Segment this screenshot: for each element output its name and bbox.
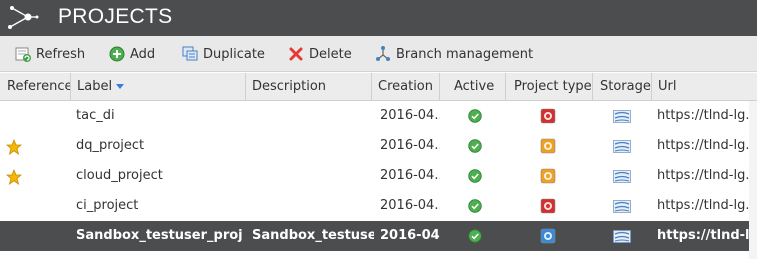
storage-icon xyxy=(613,230,631,243)
project-table-body: tac_di 2016-04... https://tlnd-lg... dq_… xyxy=(0,101,757,251)
cell-label: tac_di xyxy=(76,108,115,123)
refresh-icon xyxy=(15,47,31,62)
cell-creation: 2016-04... xyxy=(380,138,440,153)
project-type-icon xyxy=(540,198,556,214)
page-title: PROJECTS xyxy=(58,5,173,28)
vertical-scrollbar[interactable] xyxy=(749,101,757,259)
delete-button[interactable]: Delete xyxy=(287,44,352,64)
cell-creation: 2016-04... xyxy=(380,198,440,213)
duplicate-icon xyxy=(182,46,198,61)
storage-icon xyxy=(613,140,631,153)
column-header-storage[interactable]: Storage xyxy=(593,73,652,101)
cell-url: https://tlnd-lg... xyxy=(657,168,757,183)
active-check-icon xyxy=(468,229,482,243)
active-check-icon xyxy=(468,169,482,183)
delete-icon xyxy=(289,47,303,61)
table-header: Reference Label Description Creation Act… xyxy=(0,73,757,101)
cell-url: https://tlnd-lg... xyxy=(657,228,757,243)
sort-descending-icon xyxy=(116,84,125,89)
project-type-icon xyxy=(540,138,556,154)
refresh-button[interactable]: Refresh xyxy=(14,44,85,64)
cell-label: dq_project xyxy=(76,138,145,153)
add-icon xyxy=(109,46,125,62)
storage-icon xyxy=(613,170,631,183)
cell-description xyxy=(252,131,374,161)
cell-description xyxy=(252,161,374,191)
branch-icon xyxy=(376,46,390,61)
cell-description xyxy=(252,101,374,131)
cell-label: Sandbox_testuser_project xyxy=(76,228,242,243)
column-header-reference[interactable]: Reference xyxy=(0,73,71,101)
column-header-label-text: Label xyxy=(77,79,113,94)
cell-description xyxy=(252,191,374,221)
active-check-icon xyxy=(468,109,482,123)
table-row[interactable]: cloud_project 2016-04... https://tlnd-lg… xyxy=(0,161,757,191)
network-logo-icon xyxy=(8,6,39,29)
column-header-description[interactable]: Description xyxy=(246,73,372,101)
storage-icon xyxy=(613,110,631,123)
active-check-icon xyxy=(468,199,482,213)
table-row[interactable]: ci_project 2016-04... https://tlnd-lg... xyxy=(0,191,757,221)
cell-label: cloud_project xyxy=(76,168,163,183)
cell-url: https://tlnd-lg... xyxy=(657,198,757,213)
reference-star-icon xyxy=(6,139,22,155)
column-header-label[interactable]: Label xyxy=(71,73,246,101)
duplicate-button[interactable]: Duplicate xyxy=(181,44,265,64)
column-header-project-type[interactable]: Project type xyxy=(506,73,593,101)
table-row[interactable]: Sandbox_testuser_project Sandbox_testuse… xyxy=(0,221,757,251)
refresh-label: Refresh xyxy=(36,46,86,62)
cell-label: ci_project xyxy=(76,198,139,213)
storage-icon xyxy=(613,200,631,213)
column-header-url[interactable]: Url xyxy=(652,73,757,101)
cell-url: https://tlnd-lg... xyxy=(657,108,757,123)
reference-star-icon xyxy=(6,169,22,185)
add-button[interactable]: Add xyxy=(108,44,155,64)
project-type-icon xyxy=(540,108,556,124)
project-type-icon xyxy=(540,168,556,184)
column-header-active[interactable]: Active xyxy=(440,73,506,101)
column-header-creation[interactable]: Creation xyxy=(372,73,440,101)
branch-management-button[interactable]: Branch management xyxy=(374,44,533,64)
delete-label: Delete xyxy=(309,46,352,62)
branch-management-label: Branch management xyxy=(396,46,534,62)
cell-description: Sandbox_testuser_... xyxy=(252,228,374,243)
cell-creation: 2016-04... xyxy=(380,168,440,183)
active-check-icon xyxy=(468,139,482,153)
table-row[interactable]: tac_di 2016-04... https://tlnd-lg... xyxy=(0,101,757,131)
add-label: Add xyxy=(130,46,156,62)
project-type-icon xyxy=(540,228,556,244)
duplicate-label: Duplicate xyxy=(203,46,265,62)
toolbar: Refresh Add Duplicate Delete Branch mana… xyxy=(0,36,757,72)
table-row[interactable]: dq_project 2016-04... https://tlnd-lg... xyxy=(0,131,757,161)
cell-url: https://tlnd-lg... xyxy=(657,138,757,153)
cell-creation: 2016-04... xyxy=(380,108,440,123)
title-bar: PROJECTS xyxy=(0,0,757,36)
cell-creation: 2016-04... xyxy=(380,228,440,243)
